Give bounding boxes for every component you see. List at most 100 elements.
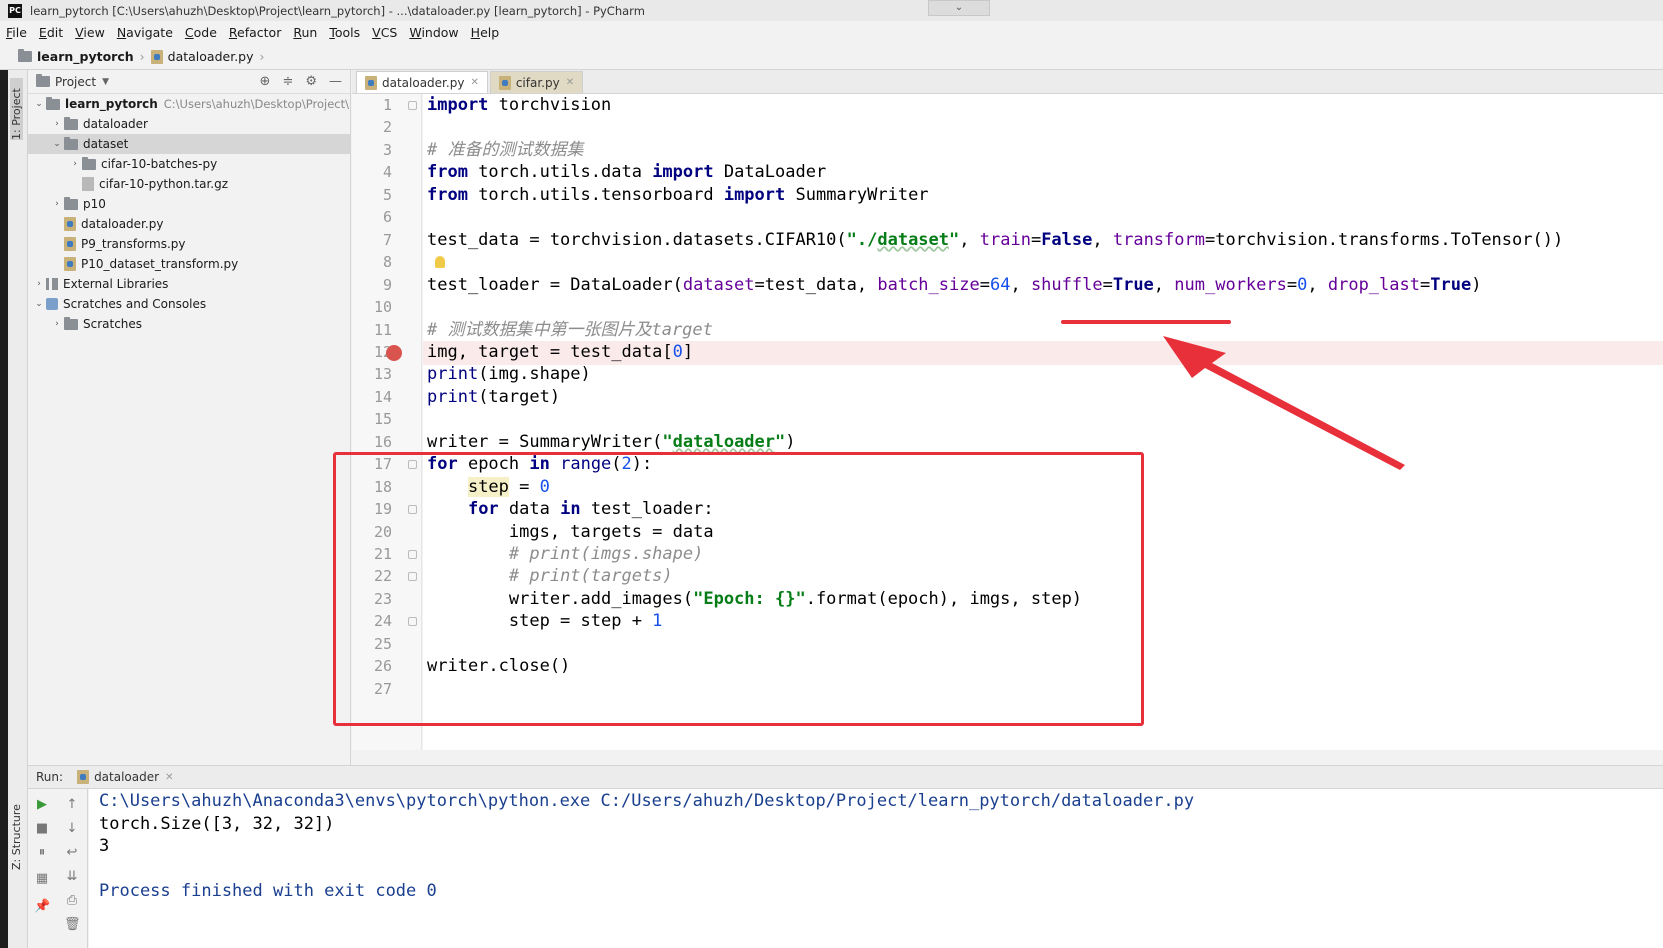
fold-icon[interactable] [408,617,417,627]
breadcrumb-file[interactable]: dataloader.py [168,49,254,64]
tree-item[interactable]: › p10 [28,194,350,214]
code-line[interactable]: print(target) [427,386,560,410]
code-line[interactable]: test_loader = DataLoader(dataset=test_da… [427,274,1481,298]
tree-item[interactable]: P10_dataset_transform.py [28,254,350,274]
editor-tabs: dataloader.py ✕ cifar.py ✕ [352,70,1663,94]
locate-icon[interactable]: ⊕ [260,74,271,89]
line-number: 2 [382,118,392,137]
chevron-down-icon[interactable]: ⌄ [32,99,46,109]
close-icon[interactable]: ✕ [165,772,173,783]
code-line[interactable]: # 测试数据集中第一张图片及target [427,319,713,343]
project-panel-title[interactable]: Project [55,75,96,89]
menu-file[interactable]: File [6,25,27,40]
fold-icon[interactable] [408,460,417,470]
python-file-icon [77,770,90,784]
tree-item[interactable]: ⌄ Scratches and Consoles [28,294,350,314]
gear-icon[interactable]: ⚙ [305,74,317,89]
code-line[interactable]: img, target = test_data[0] [423,340,1663,365]
trash-icon[interactable]: 🗑 [64,917,81,933]
code-line[interactable]: writer = SummaryWriter("dataloader") [427,431,796,455]
line-number: 6 [382,208,392,227]
fold-icon[interactable] [408,505,417,515]
tab-cifar-py[interactable]: cifar.py ✕ [489,71,584,93]
stop-icon[interactable]: ■ [34,821,50,837]
fold-icon[interactable] [408,572,417,582]
code-line[interactable]: writer.add_images("Epoch: {}".format(epo… [427,588,1082,612]
code-line[interactable]: writer.close() [427,655,570,679]
tab-label: dataloader.py [382,75,465,90]
menu-window[interactable]: Window [409,25,458,40]
menu-tools[interactable]: Tools [329,25,360,40]
tree-item[interactable]: › cifar-10-batches-py [28,154,350,174]
down-arrow-icon[interactable]: ↓ [64,821,80,837]
layout-icon[interactable]: ▦ [34,871,50,887]
run-console[interactable]: C:\Users\ahuzh\Anaconda3\envs\pytorch\py… [89,789,1663,948]
tab-dataloader-py[interactable]: dataloader.py ✕ [356,71,488,93]
code-line[interactable]: # print(imgs.shape) [427,543,703,567]
archive-icon [82,177,94,191]
collapse-all-icon[interactable]: ≑ [282,74,293,89]
pin-icon[interactable]: 📌 [34,899,50,915]
code-line[interactable]: step = 0 [427,476,550,500]
print-icon[interactable]: ⎙ [64,893,80,909]
chevron-down-icon[interactable]: ⌄ [32,299,46,309]
menu-help[interactable]: Help [471,25,500,40]
tree-item[interactable]: ⌄ dataset [28,134,350,154]
tree-item[interactable]: › Scratches [28,314,350,334]
menu-refactor[interactable]: Refactor [229,25,281,40]
fold-icon[interactable] [408,101,417,110]
menu-navigate[interactable]: Navigate [117,25,173,40]
up-arrow-icon[interactable]: ↑ [64,797,80,813]
soft-wrap-icon[interactable]: ↩ [64,845,80,861]
code-line[interactable]: # print(targets) [427,565,673,589]
menu-edit[interactable]: Edit [39,25,63,40]
code-line[interactable]: import torchvision [427,94,611,118]
tree-item-label: cifar-10-python.tar.gz [99,177,229,191]
project-tree: ⌄ learn_pytorch C:\Users\ahuzh\Desktop\Pro… [28,94,350,334]
chevron-down-icon[interactable]: ⌄ [50,139,64,149]
code-line[interactable]: from torch.utils.data import DataLoader [427,161,826,185]
menu-code[interactable]: Code [185,25,217,40]
code-line[interactable]: # 准备的测试数据集 [427,139,583,163]
menu-run[interactable]: Run [293,25,317,40]
scroll-to-end-icon[interactable]: ⇊ [64,869,80,885]
chevron-right-icon[interactable]: › [32,279,46,289]
folder-icon [82,156,96,170]
rerun-icon[interactable]: ▶ [34,797,50,813]
code-editor[interactable]: import torchvision # 准备的测试数据集 from torch.u… [423,94,1663,750]
pause-icon[interactable]: ⏸ [34,845,50,861]
code-line[interactable]: imgs, targets = data [427,521,714,545]
run-tab-dataloader[interactable]: dataloader ✕ [77,770,173,784]
close-icon[interactable]: ✕ [470,77,478,88]
close-icon[interactable]: ✕ [566,77,574,88]
tree-item[interactable]: dataloader.py [28,214,350,234]
menu-vcs[interactable]: VCS [372,25,397,40]
line-number: 17 [373,455,392,474]
minimize-icon[interactable]: — [329,74,342,89]
chevron-right-icon[interactable]: › [50,199,64,209]
code-line[interactable]: for epoch in range(2): [427,453,652,477]
structure-tool-tab[interactable]: Z: Structure [10,790,23,870]
breadcrumb-project[interactable]: learn_pytorch [37,49,134,64]
code-line[interactable]: from torch.utils.tensorboard import Summ… [427,184,929,208]
code-line[interactable]: step = step + 1 [427,610,663,634]
tree-item[interactable]: › dataloader [28,114,350,134]
code-line[interactable]: for data in test_loader: [427,498,714,522]
dropdown-icon[interactable]: ▼ [102,77,109,87]
chevron-right-icon[interactable]: › [50,319,64,329]
chevron-right-icon[interactable]: › [50,119,64,129]
menu-view[interactable]: View [75,25,105,40]
tree-item[interactable]: › External Libraries [28,274,350,294]
project-tool-tab[interactable]: 1: Project [10,78,23,140]
chevron-right-icon[interactable]: › [68,159,82,169]
tree-item[interactable]: ⌄ learn_pytorch C:\Users\ahuzh\Desktop\Pro… [28,94,350,114]
fold-icon[interactable] [408,550,417,559]
tree-item[interactable]: cifar-10-python.tar.gz [28,174,350,194]
code-line[interactable]: test_data = torchvision.datasets.CIFAR10… [427,229,1563,253]
tree-item[interactable]: P9_transforms.py [28,234,350,254]
tree-item-label: Scratches [83,317,143,331]
lightbulb-icon[interactable] [435,256,445,269]
chevron-down-icon[interactable]: ⌄ [928,0,990,16]
code-line[interactable]: print(img.shape) [427,363,591,387]
breakpoint-icon[interactable] [386,344,402,361]
